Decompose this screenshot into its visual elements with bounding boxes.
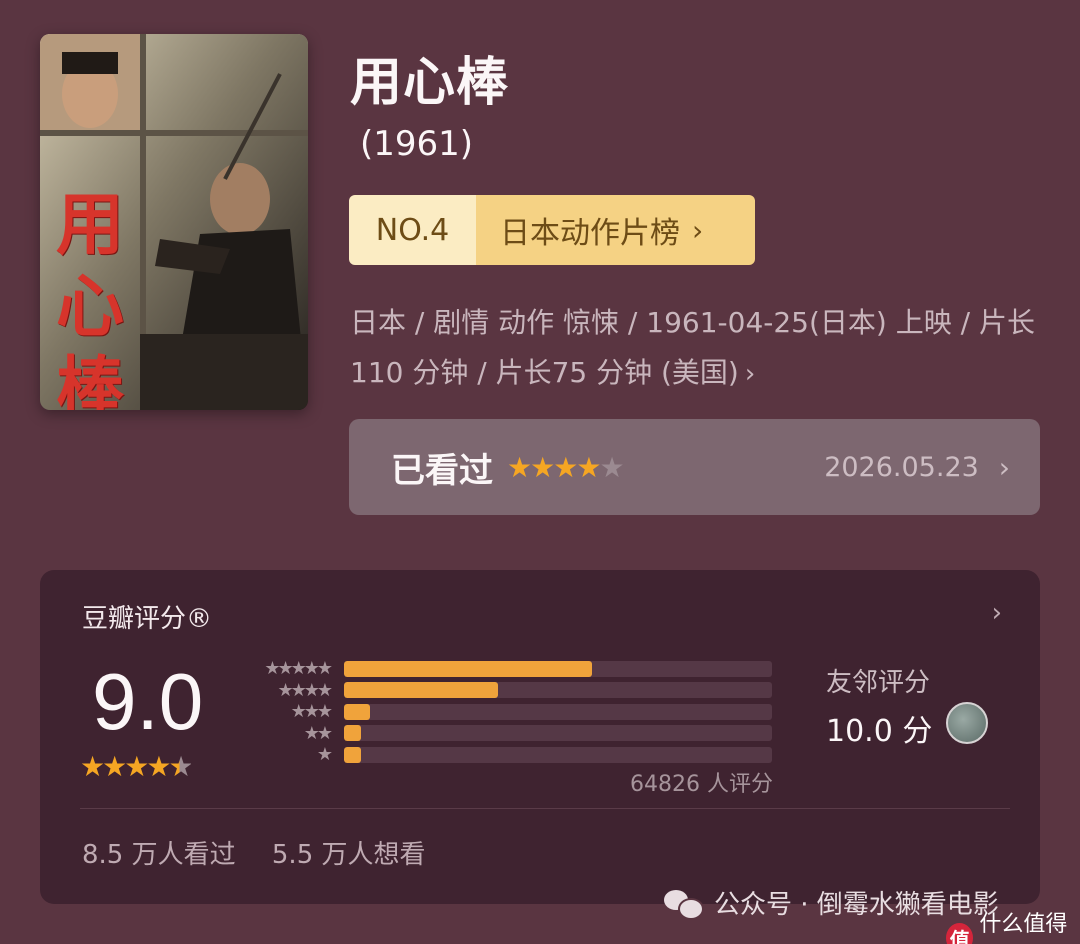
movie-meta-text: 日本 / 剧情 动作 惊悚 / 1961-04-25(日本) 上映 / 片长11… (350, 306, 1035, 389)
star-icon: ★ (124, 750, 149, 783)
chevron-right-icon[interactable]: › (992, 598, 1002, 628)
distribution-bar (344, 682, 499, 699)
avatar[interactable] (946, 702, 988, 744)
star-icon: ★ (507, 450, 532, 484)
watched-count[interactable]: 8.5 万人看过 (82, 840, 236, 870)
distribution-stars-label: ★★★★★ (264, 658, 333, 680)
distribution-track (344, 703, 772, 720)
distribution-track (344, 682, 772, 699)
distribution-bar (344, 746, 362, 763)
movie-meta[interactable]: 日本 / 剧情 动作 惊悚 / 1961-04-25(日本) 上映 / 片长11… (350, 298, 1040, 399)
star-icon: ★ (599, 450, 624, 484)
rank-list: 日本动作片榜 › (476, 195, 755, 265)
star-icon: ★ (530, 450, 555, 484)
douban-score-stars: ★★★★★ (80, 750, 194, 783)
chevron-right-icon: › (998, 450, 1010, 484)
brand-logo-icon: 值 (946, 923, 974, 944)
watch-stats: 8.5 万人看过 5.5 万人想看 (82, 834, 426, 871)
wechat-icon (664, 888, 704, 920)
rating-card-title: 豆瓣评分® (82, 604, 213, 634)
star-icon: ★ (168, 750, 193, 783)
distribution-stars-label: ★★★★ (277, 679, 333, 701)
douban-rating-card[interactable]: 豆瓣评分® › 9.0 ★★★★★ ★★★★★ ★★★★ ★★★ ★★ ★ 64826 … (40, 570, 1040, 904)
distribution-row: ★★★★★ (250, 658, 790, 680)
want-count[interactable]: 5.5 万人想看 (272, 840, 426, 870)
rating-count: 64826 人评分 (630, 772, 773, 797)
distribution-stars-label: ★★ (303, 722, 333, 744)
user-rating-stars: ★★★★★ (507, 450, 625, 484)
divider (80, 808, 1010, 809)
watched-date: 2026.05.23 (824, 451, 979, 483)
distribution-row: ★★ (250, 723, 790, 745)
douban-score: 9.0 (92, 657, 204, 746)
star-icon: ★ (102, 750, 127, 783)
distribution-row: ★★★★ (250, 680, 790, 702)
distribution-bar (344, 725, 362, 742)
brand-text: 什么值得买 (979, 912, 1068, 937)
brand-watermark: 值 什么值得买 (946, 906, 1080, 944)
movie-year: (1961) (360, 124, 474, 164)
chevron-right-icon: › (692, 213, 704, 247)
rank-number: NO.4 (349, 195, 476, 265)
distribution-bar (344, 703, 370, 720)
movie-title: 用心棒 (350, 53, 510, 113)
star-icon: ★ (80, 750, 105, 783)
distribution-row: ★★★ (250, 701, 790, 723)
star-icon: ★ (576, 450, 601, 484)
chevron-right-icon: › (744, 359, 756, 389)
watched-status-bar[interactable]: 已看过 ★★★★★ 2026.05.23 › (349, 419, 1040, 515)
distribution-bar (344, 660, 593, 677)
friend-rating-score: 10.0 分 (826, 714, 933, 749)
distribution-track (344, 725, 772, 742)
distribution-stars-label: ★ (316, 744, 333, 766)
watched-label: 已看过 (391, 450, 493, 491)
distribution-track (344, 746, 772, 763)
distribution-stars-label: ★★★ (290, 701, 333, 723)
movie-poster[interactable]: 用心棒 (40, 34, 308, 410)
star-icon: ★ (146, 750, 171, 783)
rank-badge[interactable]: NO.4 日本动作片榜 › (349, 195, 755, 265)
distribution-track (344, 660, 772, 677)
rating-distribution: ★★★★★ ★★★★ ★★★ ★★ ★ (250, 658, 790, 766)
star-icon: ★ (553, 450, 578, 484)
friend-rating-label: 友邻评分 (826, 668, 931, 698)
rank-list-name: 日本动作片榜 (500, 216, 680, 251)
distribution-row: ★ (250, 744, 790, 766)
poster-title-vertical: 用心棒 (55, 185, 124, 410)
